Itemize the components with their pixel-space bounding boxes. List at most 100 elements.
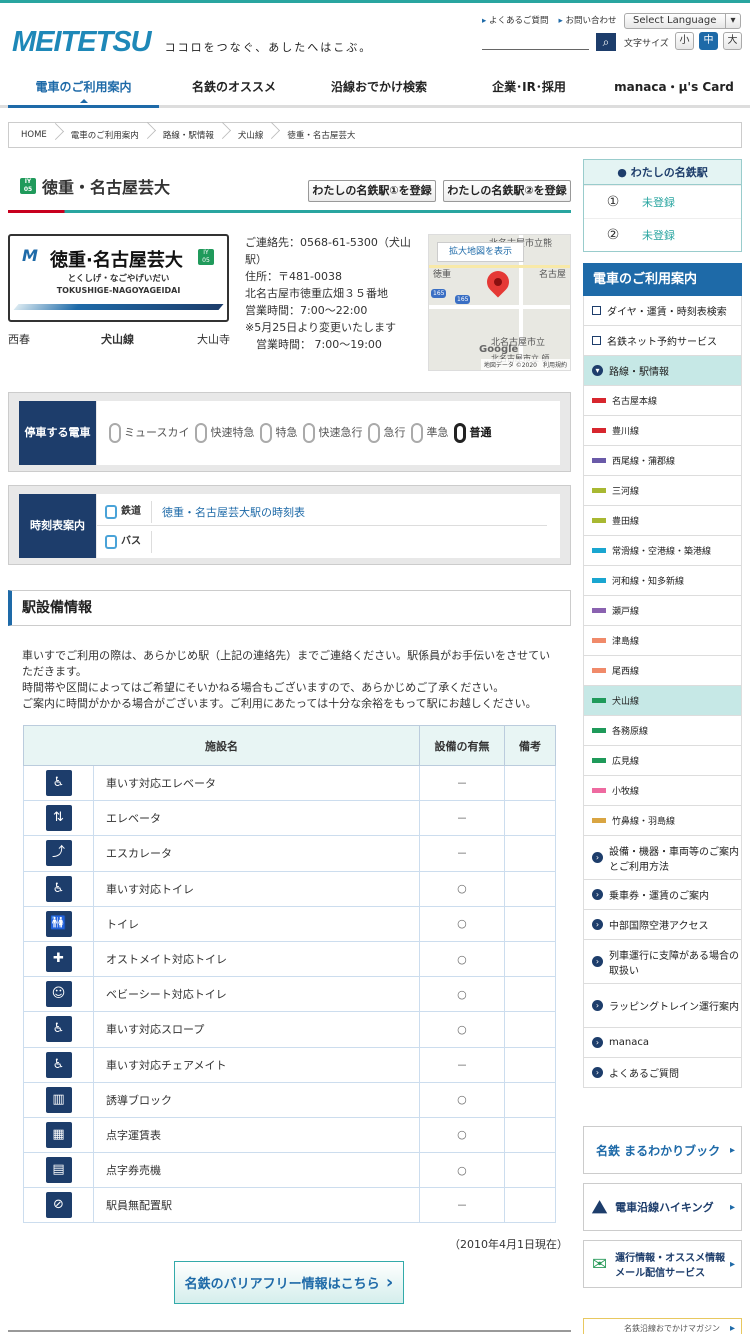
barrier-free-button[interactable]: 名鉄のバリアフリー情報はこちら	[174, 1261, 404, 1304]
facility-table: 施設名 設備の有無 備考 ♿ 車いす対応エレベータ－ ⇅ エレベータ－ ⤴ エスカレータ－…	[23, 725, 557, 1224]
line-color-icon	[592, 458, 606, 463]
side-menu-item[interactable]: ▾ 路線・駅情報	[583, 356, 742, 386]
font-size-large[interactable]: 大	[723, 32, 742, 50]
plate-kana: とくしげ・なごやげいだい	[67, 274, 170, 284]
rail-timetable-link[interactable]: 徳重・名古屋芸大駅の時刻表	[152, 504, 305, 520]
banner-mail-service[interactable]: ✉ 運行情報・オススメ情報 メール配信サービス	[583, 1240, 742, 1288]
side-menu-item[interactable]: 小牧線	[583, 776, 742, 806]
line-color-icon	[592, 608, 606, 613]
faq-link[interactable]: よくあるご質問	[482, 14, 549, 26]
side-menu-item[interactable]: › よくあるご質問	[583, 1058, 742, 1088]
side-menu-item[interactable]: 犬山線	[583, 686, 742, 716]
facility-icon: ▦	[45, 1121, 72, 1148]
font-size-small[interactable]: 小	[675, 32, 694, 50]
my-station-row[interactable]: ② 未登録	[584, 218, 741, 251]
next-station[interactable]: 大山寺	[197, 331, 230, 347]
breadcrumb-line-station[interactable]: 路線・駅情報	[151, 129, 226, 141]
search-input[interactable]	[482, 34, 589, 50]
side-menu-item[interactable]: 名古屋本線	[583, 386, 742, 416]
breadcrumb-inuyama-line[interactable]: 犬山線	[226, 129, 276, 141]
facility-remarks	[503, 870, 557, 907]
register-station-2-button[interactable]: わたしの名鉄駅②を登録	[443, 180, 571, 202]
external-link-icon	[592, 336, 601, 345]
col-facility-name: 施設名	[23, 725, 420, 766]
side-menu-item[interactable]: 豊田線	[583, 506, 742, 536]
side-menu-item[interactable]: 名鉄ネット予約サービス	[583, 326, 742, 356]
facility-row: ▤ 点字券売機 ○	[23, 1152, 557, 1189]
font-size-medium[interactable]: 中	[699, 32, 718, 50]
side-menu: 電車のご利用案内 ダイヤ・運賃・時刻表検索名鉄ネット予約サービス ▾ 路線・駅情報名…	[583, 263, 742, 1088]
side-menu-item[interactable]: 各務原線	[583, 716, 742, 746]
side-menu-label: 豊川線	[612, 427, 640, 437]
facility-name: 駅員無配置駅	[93, 1187, 420, 1224]
line-color-icon	[592, 788, 606, 793]
facility-availability: －	[418, 764, 505, 802]
side-menu-item[interactable]: 尾西線	[583, 656, 742, 686]
facility-availability: －	[418, 800, 505, 837]
register-station-1-button[interactable]: わたしの名鉄駅①を登録	[308, 180, 436, 202]
search-button[interactable]: ⌕	[596, 33, 616, 51]
side-menu-label: ダイヤ・運賃・時刻表検索	[607, 307, 727, 318]
facility-remarks	[503, 1152, 557, 1189]
as-of-date: （2010年4月1日現在）	[449, 1238, 568, 1251]
side-menu-item[interactable]: › 中部国際空港アクセス	[583, 910, 742, 940]
nav-train-guide[interactable]: 電車のご利用案内	[8, 76, 159, 108]
nav-manaca[interactable]: manaca・μ's Card	[609, 76, 739, 105]
facility-name: 車いす対応エレベータ	[93, 764, 420, 802]
chevron-right-icon: ›	[592, 1000, 603, 1011]
banner-magazine[interactable]: 名鉄沿線おでかけマガジン	[583, 1318, 742, 1334]
line-color-icon	[592, 668, 606, 673]
route-shield: 165	[431, 289, 447, 298]
contact-link[interactable]: お問い合わせ	[558, 14, 616, 26]
facility-availability: ○	[418, 1081, 505, 1118]
enlarge-map-button[interactable]: 拡大地図を表示	[437, 242, 524, 262]
side-menu-item[interactable]: › ラッピングトレイン運行案内	[583, 984, 742, 1028]
breadcrumb-home[interactable]: HOME	[9, 130, 59, 140]
facility-name: 車いす対応チェアメイト	[93, 1046, 420, 1083]
station-map[interactable]: 北名古屋市立熊 徳重 名古屋 北名古屋市立 北名古屋市立 師 165 165 拡…	[428, 234, 571, 371]
language-select[interactable]: Select Language	[624, 13, 741, 29]
breadcrumb: HOME 電車のご利用案内 路線・駅情報 犬山線 徳重・名古屋芸大	[8, 122, 742, 148]
side-menu-item[interactable]: › 列車運行に支障がある場合の取扱い	[583, 940, 742, 984]
side-menu-title: 電車のご利用案内	[583, 263, 742, 296]
side-menu-item[interactable]: 瀬戸線	[583, 596, 742, 626]
side-menu-item[interactable]: › manaca	[583, 1028, 742, 1058]
train-type: ミュースカイ	[124, 426, 190, 439]
facility-remarks	[503, 905, 557, 942]
nav-outing-search[interactable]: 沿線おでかけ検索	[309, 76, 449, 105]
line-color-icon	[592, 698, 606, 703]
breadcrumb-train-guide[interactable]: 電車のご利用案内	[59, 129, 151, 141]
side-menu-item[interactable]: 広見線	[583, 746, 742, 776]
side-menu-item[interactable]: 西尾線・蒲郡線	[583, 446, 742, 476]
side-menu-label: 名古屋本線	[612, 397, 658, 407]
side-menu-item[interactable]: 竹鼻線・羽島線	[583, 806, 742, 836]
facility-name: 車いす対応スロープ	[93, 1011, 420, 1048]
nav-corporate[interactable]: 企業･IR･採用	[449, 76, 609, 105]
side-menu-item[interactable]: 津島線	[583, 626, 742, 656]
timetable-header: 時刻表案内	[19, 494, 96, 558]
side-menu-item[interactable]: 三河線	[583, 476, 742, 506]
facility-row: ♿ 車いす対応トイレ ○	[23, 870, 557, 907]
side-menu-item[interactable]: 常滑線・空港線・築港線	[583, 536, 742, 566]
facility-row: ♿ 車いす対応スロープ ○	[23, 1011, 557, 1048]
facility-row: ▦ 点字運賃表 ○	[23, 1116, 557, 1154]
side-menu-label: 竹鼻線・羽島線	[612, 817, 676, 827]
side-menu-item[interactable]: 豊川線	[583, 416, 742, 446]
facility-name: 点字運賃表	[93, 1116, 420, 1154]
chevron-right-icon: ›	[592, 956, 603, 967]
side-menu-item[interactable]: 河和線・知多新線	[583, 566, 742, 596]
line-color-icon	[592, 578, 606, 583]
nav-recommend[interactable]: 名鉄のオススメ	[159, 76, 309, 105]
map-attribution[interactable]: 地図データ ©2020 利用規約	[480, 359, 570, 370]
side-menu-item[interactable]: › 設備・機器・車両等のご案内とご利用方法	[583, 836, 742, 880]
prev-station[interactable]: 西春	[8, 331, 30, 347]
google-logo: Google	[479, 344, 519, 355]
site-logo[interactable]: MEITETSU ココロをつなぐ、あしたへはこぶ。	[12, 26, 372, 59]
train-stop-icon	[411, 423, 424, 443]
banner-hiking[interactable]: ⛰ 電車沿線ハイキング	[583, 1183, 742, 1231]
hiking-icon: ⛰	[592, 1196, 608, 1218]
side-menu-item[interactable]: › 乗車券・運賃のご案内	[583, 880, 742, 910]
side-menu-item[interactable]: ダイヤ・運賃・時刻表検索	[583, 296, 742, 326]
my-station-row[interactable]: ① 未登録	[584, 185, 741, 218]
banner-marawakari-book[interactable]: 名鉄 まるわかりブック	[583, 1126, 742, 1174]
